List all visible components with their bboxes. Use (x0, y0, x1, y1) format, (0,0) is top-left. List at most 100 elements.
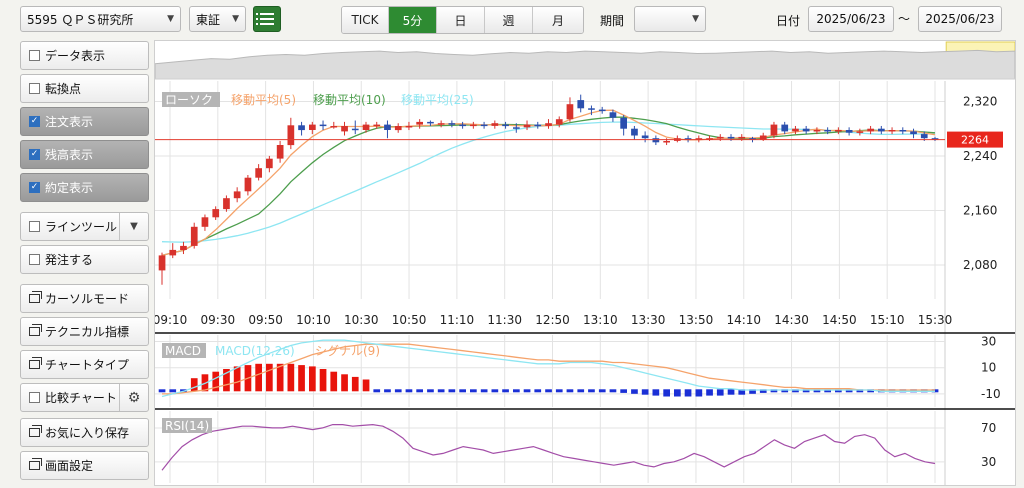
candle (598, 109, 606, 112)
legend-ma5: 移動平均(5) (231, 93, 296, 107)
checkbox-icon[interactable] (29, 392, 40, 403)
checkbox-icon[interactable] (29, 221, 40, 232)
main-legend: ローソク 移動平均(5) 移動平均(10) 移動平均(25) (162, 92, 474, 107)
tab-5min[interactable]: 5分 (388, 7, 436, 33)
sidebar-item-label: 画面設定 (45, 459, 94, 473)
rsi-legend: RSI(14) (162, 418, 212, 433)
date-to-input[interactable]: 2025/06/23 (918, 6, 1002, 32)
overview-strip[interactable] (154, 41, 1016, 80)
macd-bar (448, 389, 456, 393)
sidebar-item-chart-type[interactable]: チャートタイプ (20, 350, 149, 379)
list-view-button[interactable] (253, 6, 281, 32)
checkbox-checked-icon[interactable]: ✓ (29, 149, 40, 160)
candle (545, 123, 552, 126)
chevron-down-icon[interactable]: ▼ (119, 213, 148, 240)
sidebar-item-label: 約定表示 (45, 181, 94, 195)
sidebar-item-order-display[interactable]: ✓ 注文表示 (20, 107, 149, 136)
sidebar-item-line-tool[interactable]: ラインツール ▼ (20, 212, 149, 241)
candle (255, 168, 262, 178)
window-icon (29, 357, 42, 369)
candle (319, 124, 327, 127)
candle (416, 121, 423, 125)
market-select[interactable]: 東証 ▼ (189, 6, 246, 32)
tab-week[interactable]: 週 (484, 7, 532, 33)
gear-icon[interactable]: ⚙ (119, 384, 148, 411)
macd-bar (652, 389, 660, 396)
candle (298, 125, 305, 131)
window-icon (29, 458, 42, 470)
time-axis: 09:10 09:30 09:50 10:10 10:30 10:50 11:10 11:30… (153, 313, 953, 327)
sidebar-item-compare-chart[interactable]: 比較チャート ⚙ (20, 383, 149, 412)
tab-month[interactable]: 月 (532, 7, 583, 33)
candle (480, 124, 488, 127)
macd-bar (641, 389, 649, 395)
period-select[interactable]: ▼ (634, 6, 706, 32)
ma10-line (161, 116, 936, 257)
candle (287, 125, 295, 146)
checkbox-checked-icon[interactable]: ✓ (29, 182, 40, 193)
candle (427, 121, 434, 124)
list-icon-line (256, 18, 274, 20)
checkbox-icon[interactable] (29, 254, 40, 265)
symbol-select[interactable]: 5595 ＱＰＳ研究所 ▼ (20, 6, 181, 32)
legend-rsi: RSI(14) (165, 419, 209, 433)
candle (835, 130, 842, 132)
macd-bar (491, 389, 499, 393)
macd-bar (287, 363, 295, 392)
macd-tick-label: 10 (981, 361, 996, 375)
tab-tick[interactable]: TICK (342, 7, 388, 33)
date-from-input[interactable]: 2025/06/23 (808, 6, 894, 32)
sidebar-item-save-favorite[interactable]: お気に入り保存 (20, 418, 149, 447)
candle (888, 130, 896, 132)
sidebar-item-cursor-mode[interactable]: カーソルモード (20, 284, 149, 313)
macd-bar (330, 371, 338, 392)
macd-bar (545, 389, 552, 393)
candle (470, 124, 477, 127)
legend-ma10: 移動平均(10) (313, 93, 386, 107)
checkbox-icon[interactable] (29, 83, 40, 94)
checkbox-icon[interactable] (29, 50, 40, 61)
candle (845, 130, 853, 133)
sidebar-item-turning-point[interactable]: 転換点 (20, 74, 149, 103)
sidebar-item-screen-settings[interactable]: 画面設定 (20, 451, 149, 480)
candle (856, 131, 864, 133)
candle (158, 255, 166, 271)
macd-bar (706, 389, 713, 396)
x-tick-label: 12:50 (535, 313, 570, 327)
macd-bar (190, 378, 198, 392)
candle (513, 127, 520, 129)
macd-tick-label: 30 (981, 335, 996, 349)
y-tick-label: 2,160 (963, 203, 997, 217)
checkbox-checked-icon[interactable]: ✓ (29, 116, 40, 127)
chart-area[interactable]: 2264 2,080 2,160 2,240 2,320 09:10 09:30 09:5… (153, 40, 1016, 486)
macd-bar (158, 389, 166, 393)
chart-svg[interactable]: 2264 2,080 2,160 2,240 2,320 09:10 09:30 09:5… (153, 41, 1016, 485)
macd-bar (502, 389, 509, 393)
y-tick-label: 2,080 (963, 258, 997, 272)
sidebar-item-balance-display[interactable]: ✓ 残高表示 (20, 140, 149, 169)
x-tick-label: 11:30 (487, 313, 522, 327)
macd-bar (341, 374, 348, 392)
window-icon (29, 425, 42, 437)
candle (878, 128, 885, 132)
x-tick-label: 15:30 (918, 313, 953, 327)
macd-bar (588, 389, 595, 393)
market-select-label: 東証 (196, 12, 221, 27)
macd-bar (169, 389, 177, 393)
list-icon-line (256, 23, 274, 25)
candle (394, 126, 402, 131)
macd-bar (598, 389, 606, 393)
sidebar-item-data-display[interactable]: データ表示 (20, 41, 149, 70)
candle (824, 130, 831, 132)
tab-day[interactable]: 日 (436, 7, 484, 33)
legend-signal: シグナル(9) (315, 344, 380, 358)
sidebar-item-execution-display[interactable]: ✓ 約定表示 (20, 173, 149, 202)
macd-legend: MACD MACD(12,26) シグナル(9) (162, 343, 380, 358)
candle (781, 124, 789, 132)
x-tick-label: 14:50 (822, 313, 857, 327)
sidebar-item-place-order[interactable]: 発注する (20, 245, 149, 274)
macd-bar (309, 366, 316, 392)
sidebar-item-label: チャートタイプ (45, 358, 129, 372)
sidebar-item-technical-indicators[interactable]: テクニカル指標 (20, 317, 149, 346)
macd-bar (577, 389, 585, 393)
